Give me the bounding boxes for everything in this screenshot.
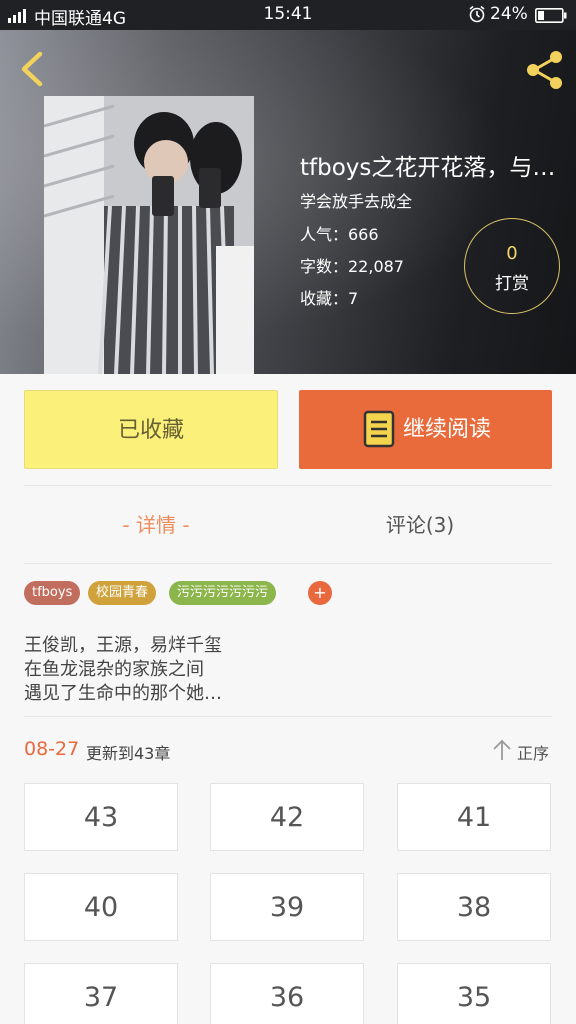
back-arrow-icon[interactable] bbox=[14, 50, 48, 88]
chapter-button[interactable]: 37 bbox=[24, 963, 178, 1024]
book-header: 中国联通4G 15:41 24% tfboys之花开花落，与… 学会放手去成全 … bbox=[0, 0, 576, 374]
status-bar: 中国联通4G 15:41 24% bbox=[0, 0, 576, 30]
tag-tfboys[interactable]: tfboys bbox=[24, 581, 81, 605]
tag-campus-youth[interactable]: 校园青春 bbox=[88, 581, 157, 605]
summary-line: 遇见了生命中的那个她… bbox=[24, 683, 222, 704]
update-date: 08-27 bbox=[24, 738, 80, 760]
divider bbox=[24, 485, 552, 486]
tip-label: 打赏 bbox=[495, 274, 529, 294]
chapter-button[interactable]: 35 bbox=[397, 963, 551, 1024]
word-count-stat: 字数：22,087 bbox=[300, 257, 404, 276]
continue-reading-label: 继续阅读 bbox=[403, 417, 492, 442]
book-title: tfboys之花开花落，与… bbox=[300, 155, 556, 181]
battery-percent: 24% bbox=[490, 4, 528, 24]
tip-count: 0 bbox=[506, 243, 518, 264]
battery-icon bbox=[535, 8, 567, 23]
chapter-button[interactable]: 42 bbox=[210, 783, 364, 851]
sort-order-label: 正序 bbox=[517, 744, 550, 763]
chapter-button[interactable]: 36 bbox=[210, 963, 364, 1024]
tag-dirty[interactable]: 污污污污污污污 bbox=[169, 581, 277, 605]
arrow-up-icon bbox=[493, 739, 511, 760]
sort-order-button[interactable]: 正序 bbox=[492, 736, 554, 766]
chapter-button[interactable]: 39 bbox=[210, 873, 364, 941]
book-cover-image[interactable] bbox=[44, 96, 254, 374]
chapter-button[interactable]: 43 bbox=[24, 783, 178, 851]
chapter-button[interactable]: 38 bbox=[397, 873, 551, 941]
popularity-stat: 人气：666 bbox=[300, 225, 379, 244]
summary-line: 在鱼龙混杂的家族之间 bbox=[24, 659, 204, 680]
favorited-button[interactable]: 已收藏 bbox=[24, 390, 278, 469]
summary-line: 王俊凯，王源，易烊千玺 bbox=[24, 635, 222, 656]
book-icon bbox=[363, 410, 395, 448]
divider bbox=[24, 563, 552, 564]
chapter-button[interactable]: 40 bbox=[24, 873, 178, 941]
add-tag-button[interactable]: + bbox=[308, 581, 332, 605]
favorites-stat: 收藏：7 bbox=[300, 289, 359, 308]
cover-photo bbox=[44, 96, 254, 374]
tip-button[interactable]: 0 打赏 bbox=[464, 218, 560, 314]
continue-reading-button[interactable]: 继续阅读 bbox=[299, 390, 552, 469]
tab-comments[interactable]: 评论(3) bbox=[288, 500, 552, 550]
divider bbox=[24, 716, 552, 717]
alarm-icon bbox=[469, 5, 485, 23]
chapter-button[interactable]: 41 bbox=[397, 783, 551, 851]
tab-detail[interactable]: - 详情 - bbox=[24, 500, 288, 550]
book-subtitle: 学会放手去成全 bbox=[300, 192, 413, 211]
share-icon[interactable] bbox=[522, 50, 566, 90]
update-text: 更新到43章 bbox=[86, 744, 171, 763]
